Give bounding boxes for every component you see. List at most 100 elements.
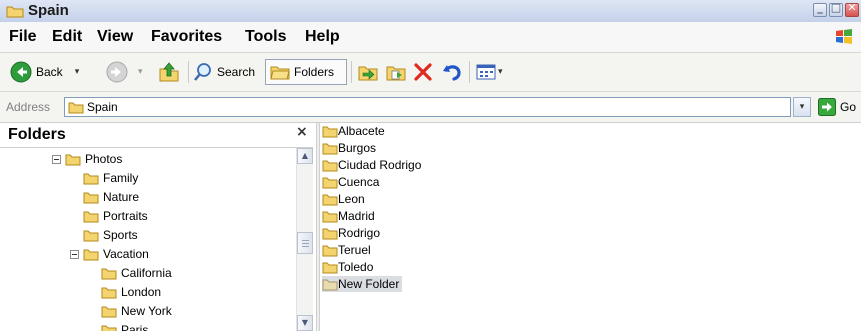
toolbar-separator [469,61,470,83]
folder-icon [101,286,117,299]
address-bar: Address Spain ▾ Go [0,92,861,123]
list-item-selected[interactable]: New Folder [322,276,403,292]
tree-node-portraits[interactable]: Portraits [83,207,148,225]
file-name: Burgos [338,141,377,155]
tree-node-paris[interactable]: Paris [101,321,148,331]
views-dropdown-caret[interactable]: ▾ [498,67,503,77]
folder-icon [270,63,290,81]
copy-to-icon [385,62,407,82]
tree-node-new-york[interactable]: New York [101,302,172,320]
file-list: Albacete Burgos Ciudad Rodrigo Cuenca Le… [320,123,861,331]
copy-to-button[interactable] [385,59,407,85]
address-dropdown-button[interactable]: ▾ [793,97,811,117]
tree-node-nature[interactable]: Nature [83,188,139,206]
scroll-down-button[interactable]: ▼ [297,315,313,331]
forward-arrow-icon [106,61,128,83]
folder-icon [322,210,338,223]
list-item[interactable]: Ciudad Rodrigo [322,157,421,173]
up-button[interactable] [158,59,180,85]
file-name: Teruel [338,243,371,257]
back-dropdown-caret[interactable]: ▾ [75,67,80,77]
folder-icon [322,278,338,291]
delete-button[interactable] [413,59,433,85]
move-to-icon [357,62,379,82]
tree-node-sports[interactable]: Sports [83,226,138,244]
folder-icon [322,193,338,206]
back-label: Back [36,65,63,79]
move-to-button[interactable] [357,59,379,85]
menu-favorites[interactable]: Favorites [151,28,222,46]
tree-node-label: Photos [85,152,123,166]
list-item[interactable]: Rodrigo [322,225,380,241]
tree-node-family[interactable]: Family [83,169,138,187]
list-item[interactable]: Teruel [322,242,371,258]
scroll-up-button[interactable]: ▲ [297,148,313,164]
delete-icon [413,62,433,82]
list-item[interactable]: Toledo [322,259,373,275]
list-item[interactable]: Cuenca [322,174,379,190]
folders-button[interactable]: Folders [265,59,347,85]
file-name: Rodrigo [338,226,381,240]
menu-view[interactable]: View [97,28,133,46]
undo-button[interactable] [441,59,463,85]
folder-icon [322,261,338,274]
folder-tree: Photos Family Nature Portraits Sports Va… [0,148,296,331]
tree-node-label: Vacation [103,247,149,261]
file-name: Albacete [338,124,385,138]
folders-pane-title: Folders [8,126,66,143]
file-name: Toledo [338,260,374,274]
views-button[interactable]: ▾ [476,59,503,85]
folder-icon [83,229,99,242]
folder-tree-scrollbar[interactable]: ▲ ▼ [296,148,313,331]
file-name: Ciudad Rodrigo [338,158,422,172]
forward-button[interactable]: ▾ [106,59,143,85]
list-item[interactable]: Leon [322,191,365,207]
back-button[interactable]: Back ▾ [10,59,79,85]
folder-icon [322,125,338,138]
forward-dropdown-caret[interactable]: ▾ [138,67,143,77]
folder-icon [83,172,99,185]
address-value: Spain [87,100,118,114]
tree-node-london[interactable]: London [101,283,161,301]
collapse-toggle[interactable] [70,249,79,259]
folder-icon [101,324,117,331]
menu-file[interactable]: File [9,28,37,46]
menu-help[interactable]: Help [305,28,340,46]
collapse-toggle[interactable] [52,154,61,164]
minimize-button[interactable]: _ [813,1,827,17]
maximize-icon: □ [830,1,842,14]
search-button[interactable]: Search [193,59,255,85]
close-button[interactable]: ✕ [845,1,859,17]
list-item[interactable]: Madrid [322,208,375,224]
undo-icon [441,62,463,82]
windows-logo-icon [835,28,853,51]
address-input[interactable]: Spain [64,97,791,117]
file-name: New Folder [338,277,400,291]
file-name: Madrid [338,209,375,223]
tree-node-label: Nature [103,190,140,204]
folder-icon [322,176,338,189]
tree-node-vacation[interactable]: Vacation [70,245,149,263]
folders-pane-header: Folders × [0,123,313,148]
up-folder-icon [158,61,180,83]
folder-icon [101,267,117,280]
go-button[interactable]: Go [818,98,856,116]
go-arrow-icon [818,98,836,116]
tree-node-california[interactable]: California [101,264,172,282]
search-icon [193,62,213,82]
close-pane-icon[interactable]: × [296,124,308,140]
toolbar-separator [351,61,352,83]
folder-icon [65,153,81,166]
folders-label: Folders [294,65,335,79]
menu-edit[interactable]: Edit [52,28,82,46]
tree-node-label: New York [121,304,172,318]
file-name: Leon [338,192,365,206]
list-item[interactable]: Albacete [322,123,385,139]
list-item[interactable]: Burgos [322,140,376,156]
scroll-thumb[interactable] [297,232,313,254]
tree-node-photos[interactable]: Photos [52,150,122,168]
folder-icon [322,227,338,240]
menu-tools[interactable]: Tools [245,28,286,46]
maximize-button[interactable]: □ [829,1,843,17]
folder-icon [83,191,99,204]
